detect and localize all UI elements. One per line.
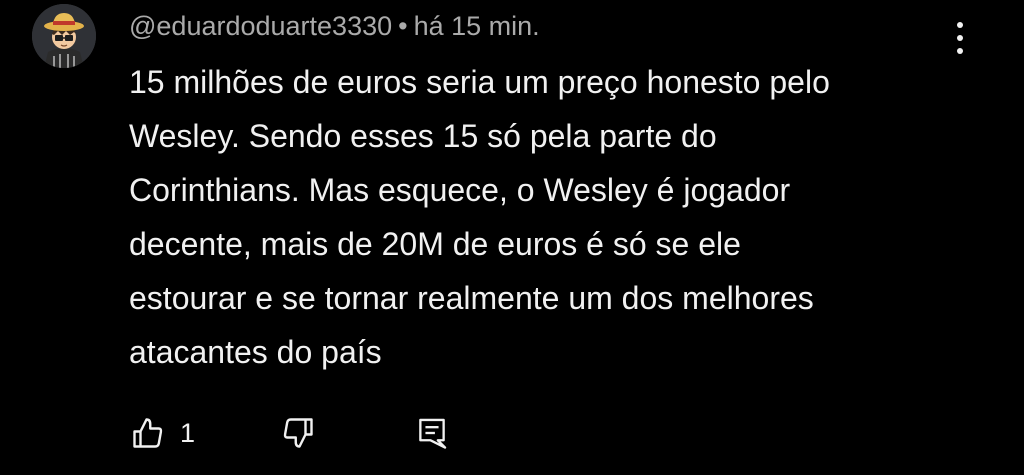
thumbs-up-icon [133, 418, 163, 448]
menu-dot [957, 35, 963, 41]
like-count: 1 [180, 417, 196, 448]
meta-separator: • [398, 11, 408, 41]
comment-time[interactable]: há 15 min. [414, 11, 540, 41]
comment-reply-icon [419, 418, 447, 449]
menu-dot [957, 48, 963, 54]
thumbs-down-icon [283, 418, 313, 448]
comment-actions: 1 [130, 413, 470, 453]
dislike-button[interactable] [280, 413, 316, 453]
author-name[interactable]: @eduardoduarte3330 [129, 11, 392, 41]
avatar-image [32, 4, 96, 68]
reply-button[interactable] [416, 413, 448, 453]
more-vertical-icon[interactable] [944, 18, 976, 58]
like-button[interactable]: 1 [130, 413, 195, 453]
comment-text: 15 milhões de euros seria um preço hones… [129, 64, 830, 370]
avatar[interactable] [32, 4, 96, 68]
menu-dot [957, 22, 963, 28]
comment-item: @eduardoduarte3330 • há 15 min. 15 milhões… [0, 0, 1024, 475]
comment-meta: @eduardoduarte3330 • há 15 min. [129, 10, 540, 42]
